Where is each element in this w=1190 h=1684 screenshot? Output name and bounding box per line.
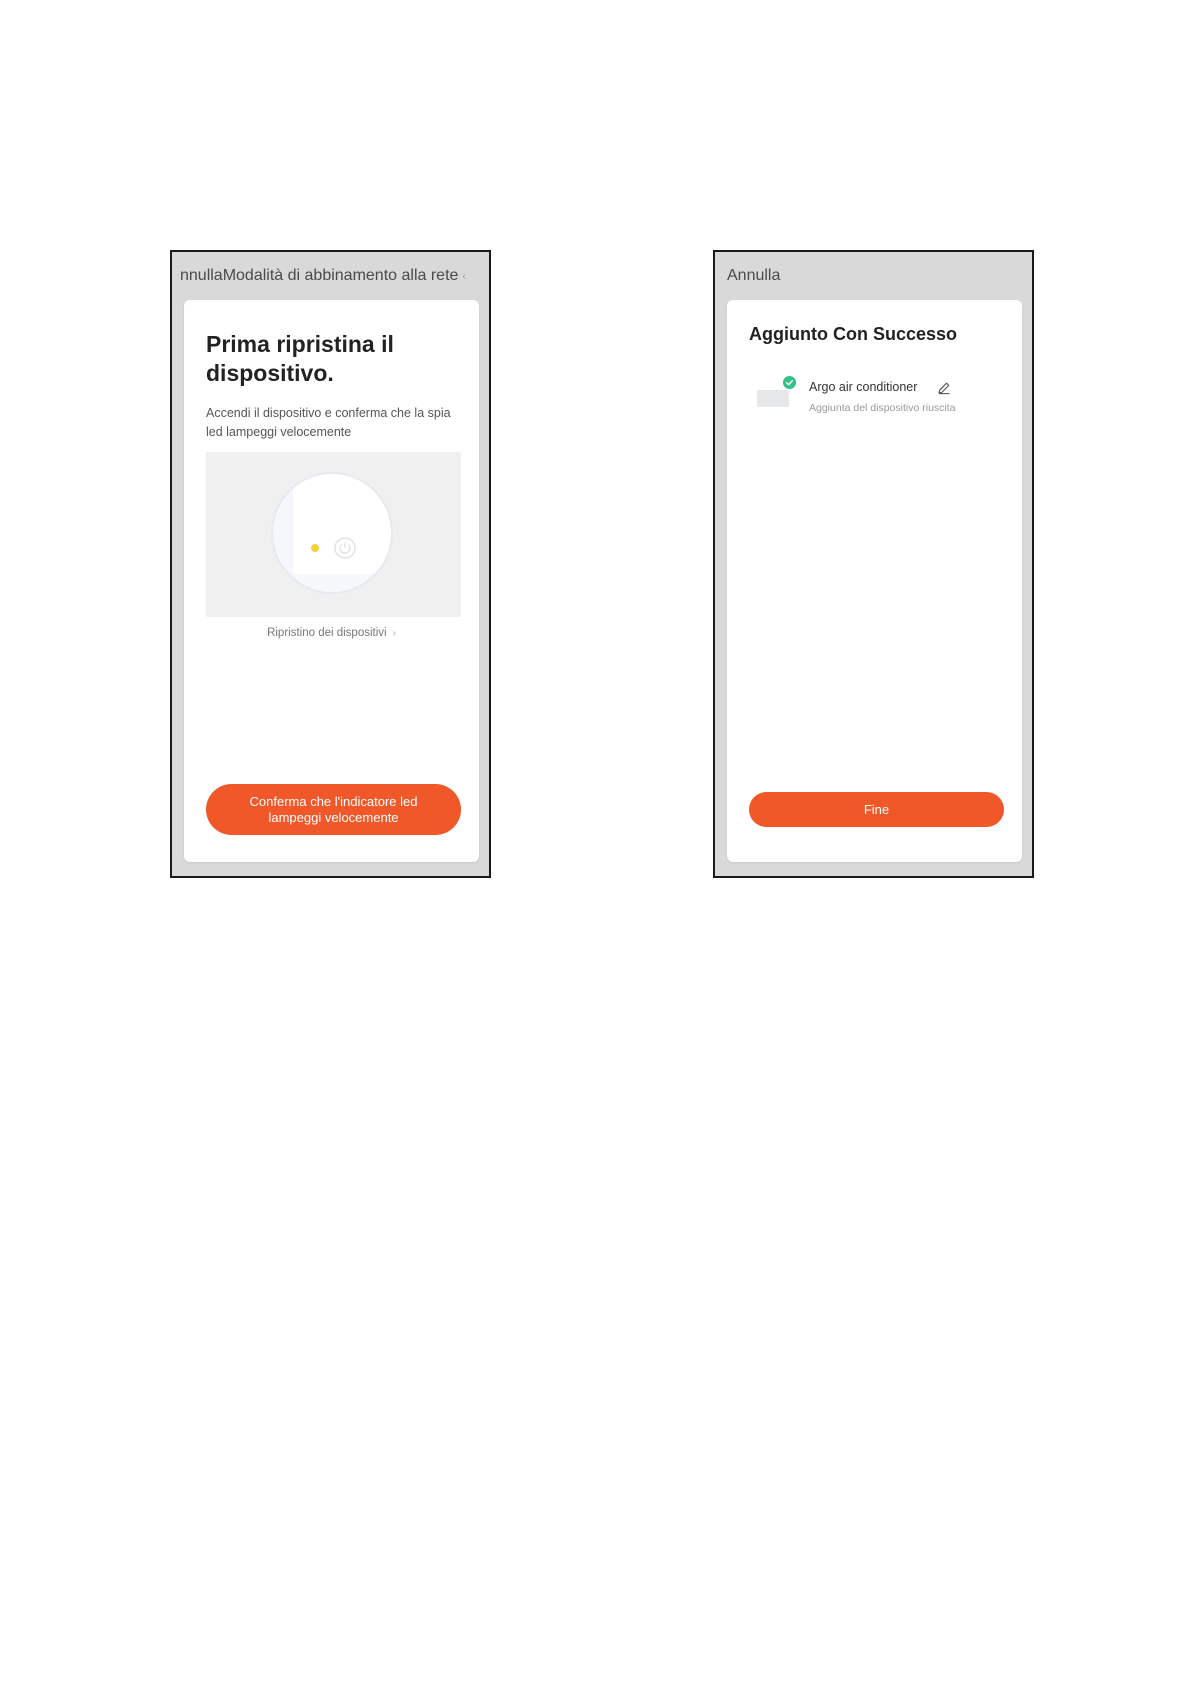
- confirm-led-button[interactable]: Conferma che l'indicatore led lampeggi v…: [206, 784, 461, 835]
- reset-card: Prima ripristina il dispositivo. Accendi…: [184, 300, 479, 862]
- power-icon: [334, 537, 356, 559]
- device-icon: [757, 390, 789, 407]
- success-screen: Annulla Aggiunto Con Successo Argo air c…: [713, 250, 1034, 878]
- edit-pencil-icon[interactable]: [937, 381, 951, 395]
- success-card: Aggiunto Con Successo Argo air condition…: [727, 300, 1022, 862]
- more-indicator-icon: ‹: [462, 270, 466, 282]
- chevron-right-icon: ›: [392, 628, 396, 639]
- device-illustration: [206, 452, 461, 617]
- page-title: Aggiunto Con Successo: [749, 324, 958, 344]
- reset-devices-link[interactable]: Ripristino dei dispositivi ›: [184, 627, 479, 639]
- cancel-link[interactable]: Annulla: [727, 267, 780, 285]
- top-bar: nnullaModalità di abbinamento alla rete …: [172, 252, 489, 300]
- reset-devices-label: Ripristino dei dispositivi: [267, 627, 387, 639]
- device-name: Argo air conditioner: [809, 380, 918, 394]
- page-title: Prima ripristina il dispositivo.: [206, 331, 394, 386]
- page-description: Accendi il dispositivo e conferma che la…: [206, 406, 451, 439]
- done-button[interactable]: Fine: [749, 792, 1004, 827]
- device-status: Aggiunta del dispositivo riuscita: [809, 402, 956, 414]
- pairing-screen: nnullaModalità di abbinamento alla rete …: [170, 250, 491, 878]
- top-bar: Annulla: [715, 252, 1032, 300]
- top-bar-title[interactable]: nnullaModalità di abbinamento alla rete: [180, 267, 458, 285]
- led-indicator-icon: [311, 544, 319, 552]
- device-ring: [271, 472, 393, 594]
- check-icon: [783, 376, 796, 389]
